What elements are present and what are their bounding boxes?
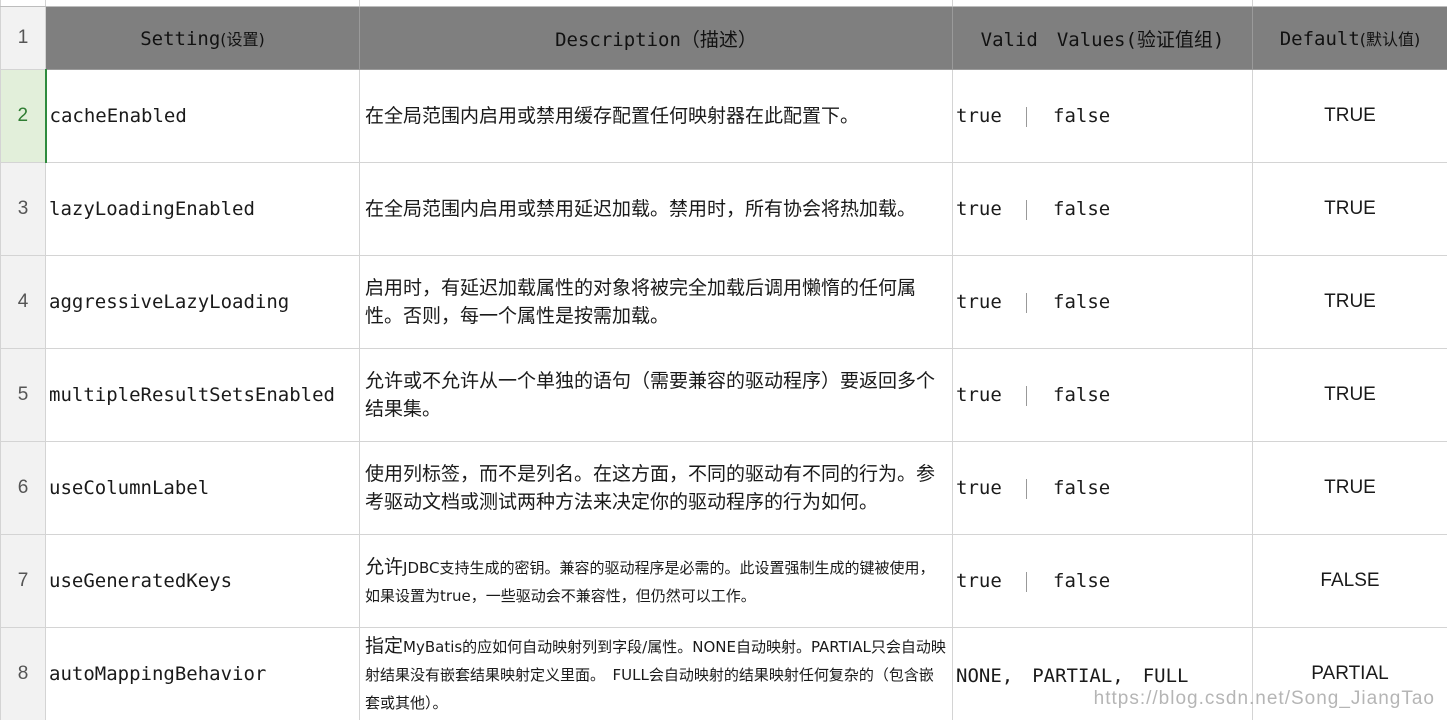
setting-cell[interactable]: autoMappingBehavior [45, 627, 360, 720]
setting-cell[interactable]: useGeneratedKeys [45, 534, 360, 628]
valid-values-cell[interactable]: true false [952, 255, 1253, 349]
description-cell[interactable]: 在全局范围内启用或禁用缓存配置任何映射器在此配置下。 [359, 69, 953, 163]
header-setting-cell[interactable]: Setting(设置) [45, 6, 360, 70]
header-valid-label: Valid Values(验证值组) [980, 28, 1225, 51]
default-cell[interactable]: TRUE [1252, 69, 1447, 163]
valid-false: false [1053, 291, 1111, 313]
row-number-1[interactable]: 1 [0, 6, 46, 70]
table-row: 8 autoMappingBehavior 指定MyBatis的应如何自动映射列… [0, 627, 1447, 720]
row-number-6[interactable]: 6 [0, 441, 46, 535]
header-default-label: Default [1279, 28, 1360, 50]
description-rest-text: MyBatis的应如何自动映射列到字段/属性。NONE自动映射。PARTIAL只… [365, 638, 946, 712]
default-cell[interactable]: TRUE [1252, 441, 1447, 535]
setting-cell[interactable]: lazyLoadingEnabled [45, 162, 360, 256]
valid-separator [1026, 478, 1027, 499]
row-number-2[interactable]: 2 [0, 69, 47, 163]
row-number-5[interactable]: 5 [0, 348, 46, 442]
description-cell[interactable]: 使用列标签，而不是列名。在这方面，不同的驱动有不同的行为。参考驱动文档或测试两种… [359, 441, 953, 535]
row-number-7[interactable]: 7 [0, 534, 46, 628]
header-setting-sub: (设置) [220, 30, 265, 49]
description-cell[interactable]: 在全局范围内启用或禁用延迟加载。禁用时，所有协会将热加载。 [359, 162, 953, 256]
header-description-cell[interactable]: Description（描述） [359, 6, 953, 70]
header-description-label: Description（描述） [555, 28, 757, 51]
row-number-3[interactable]: 3 [0, 162, 46, 256]
valid-values-cell[interactable]: true false [952, 348, 1253, 442]
valid-separator [1026, 199, 1027, 220]
setting-cell[interactable]: useColumnLabel [45, 441, 360, 535]
description-cell[interactable]: 允许或不允许从一个单独的语句（需要兼容的驱动程序）要返回多个结果集。 [359, 348, 953, 442]
setting-cell[interactable]: multipleResultSetsEnabled [45, 348, 360, 442]
description-cell[interactable]: 指定MyBatis的应如何自动映射列到字段/属性。NONE自动映射。PARTIA… [359, 627, 953, 720]
spreadsheet-view: 1 Setting(设置) Description（描述） Valid Valu… [0, 0, 1447, 720]
valid-values-cell[interactable]: true false [952, 441, 1253, 535]
valid-true: true [956, 570, 1002, 592]
valid-separator [1026, 385, 1027, 406]
default-cell[interactable]: FALSE [1252, 534, 1447, 628]
valid-true: true [956, 477, 1002, 499]
row-number-8[interactable]: 8 [0, 627, 46, 720]
default-cell[interactable]: TRUE [1252, 162, 1447, 256]
valid-false: false [1053, 198, 1111, 220]
setting-cell[interactable]: aggressiveLazyLoading [45, 255, 360, 349]
valid-true: true [956, 105, 1002, 127]
valid-values-cell[interactable]: true false [952, 69, 1253, 163]
default-cell[interactable]: PARTIAL [1252, 627, 1447, 720]
description-cell[interactable]: 启用时，有延迟加载属性的对象将被完全加载后调用懒惰的任何属性。否则，每一个属性是… [359, 255, 953, 349]
valid-true: true [956, 384, 1002, 406]
settings-table: 1 Setting(设置) Description（描述） Valid Valu… [0, 0, 1447, 720]
valid-false: false [1053, 477, 1111, 499]
valid-false: false [1053, 105, 1111, 127]
table-row: 6 useColumnLabel 使用列标签，而不是列名。在这方面，不同的驱动有… [0, 441, 1447, 535]
default-cell[interactable]: TRUE [1252, 255, 1447, 349]
valid-true: true [956, 198, 1002, 220]
description-lead-text: 指定 [365, 635, 404, 657]
valid-separator [1026, 571, 1027, 592]
header-default-sub: (默认值) [1359, 30, 1421, 49]
setting-cell[interactable]: cacheEnabled [45, 69, 360, 163]
table-row: 7 useGeneratedKeys 允许JDBC支持生成的密钥。兼容的驱动程序… [0, 534, 1447, 628]
valid-separator [1026, 292, 1027, 313]
valid-values-cell[interactable]: true false [952, 162, 1253, 256]
description-cell[interactable]: 允许JDBC支持生成的密钥。兼容的驱动程序是必需的。此设置强制生成的键被使用，如… [359, 534, 953, 628]
header-row: 1 Setting(设置) Description（描述） Valid Valu… [0, 6, 1447, 70]
table-row: 3 lazyLoadingEnabled 在全局范围内启用或禁用延迟加载。禁用时… [0, 162, 1447, 256]
valid-values-cell[interactable]: true false [952, 534, 1253, 628]
description-rest-text: JDBC支持生成的密钥。兼容的驱动程序是必需的。此设置强制生成的键被使用，如果设… [365, 559, 935, 605]
table-row: 5 multipleResultSetsEnabled 允许或不允许从一个单独的… [0, 348, 1447, 442]
default-cell[interactable]: TRUE [1252, 348, 1447, 442]
table-row: 2 cacheEnabled 在全局范围内启用或禁用缓存配置任何映射器在此配置下… [0, 69, 1447, 163]
valid-values-cell[interactable]: NONE, PARTIAL, FULL [952, 627, 1253, 720]
valid-separator [1026, 106, 1027, 127]
valid-false: false [1053, 570, 1111, 592]
table-row: 4 aggressiveLazyLoading 启用时，有延迟加载属性的对象将被… [0, 255, 1447, 349]
header-setting-label: Setting [140, 28, 221, 50]
row-number-4[interactable]: 4 [0, 255, 46, 349]
valid-false: false [1053, 384, 1111, 406]
valid-true: true [956, 291, 1002, 313]
header-valid-cell[interactable]: Valid Values(验证值组) [952, 6, 1253, 70]
description-lead-text: 允许 [365, 556, 404, 578]
header-default-cell[interactable]: Default(默认值) [1252, 6, 1447, 70]
